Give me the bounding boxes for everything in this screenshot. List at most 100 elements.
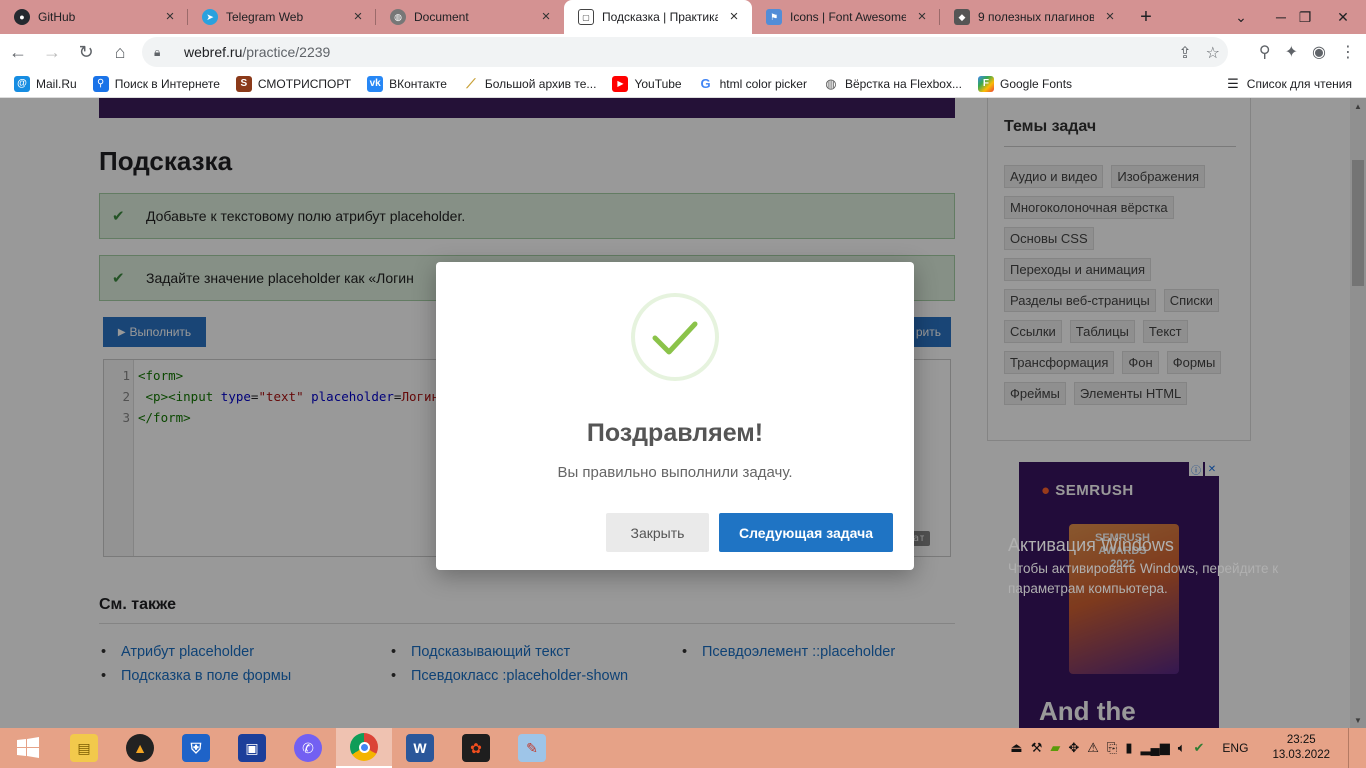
back-button[interactable]: ← [2, 36, 34, 68]
bookmark-smotrisport[interactable]: S СМОТРИСПОРТ [235, 75, 352, 92]
close-icon[interactable]: × [1102, 9, 1118, 25]
mailru-icon: @ [14, 75, 30, 92]
viber-icon: ✆ [294, 734, 322, 762]
shield-icon: ⛨ [182, 734, 210, 762]
google-icon: G [697, 75, 714, 92]
clock-date: 13.03.2022 [1272, 749, 1330, 761]
bookmark-label: СМОТРИСПОРТ [257, 76, 352, 91]
taskbar-defender[interactable]: ⛨ [168, 728, 224, 768]
bookmark-label: Mail.Ru [36, 76, 77, 91]
taskbar-chrome[interactable] [336, 728, 392, 768]
bookmark-star-icon[interactable]: ☆ [1206, 43, 1220, 63]
close-icon[interactable]: × [538, 9, 554, 25]
tab-fontawesome[interactable]: ⚑ Icons | Font Awesome × [752, 0, 940, 34]
close-icon[interactable]: × [914, 9, 930, 25]
bookmark-label: Google Fonts [999, 76, 1073, 91]
tools-icon[interactable]: ⚒ [1031, 740, 1043, 756]
tab-plugins[interactable]: ◆ 9 полезных плагинов × [940, 0, 1128, 34]
battery-icon[interactable]: ▮ [1125, 740, 1132, 756]
reload-button[interactable]: ↻ [70, 36, 102, 68]
share-icon[interactable]: ⇪ [1178, 43, 1191, 63]
clock-time: 23:25 [1286, 734, 1316, 746]
new-tab-button[interactable]: + [1128, 0, 1164, 34]
warning-icon[interactable]: ⚠ [1087, 740, 1099, 756]
bookmark-mailru[interactable]: @ Mail.Ru [14, 75, 77, 92]
taskbar-paint[interactable]: ✎ [504, 728, 560, 768]
menu-icon[interactable]: ⋮ [1340, 42, 1356, 62]
forward-button[interactable]: → [36, 36, 68, 68]
system-tray: ⏏ ⚒ ▰ ✥ ⚠ ⎘ ▮ ▂▄▆ 🔈︎ ✔ ENG 23:25 13.03.2… [1010, 728, 1366, 768]
tab-title: Icons | Font Awesome [790, 10, 906, 24]
close-icon[interactable]: × [350, 9, 366, 25]
zoom-search-icon[interactable]: ⚲ [1259, 42, 1271, 62]
bookmark-label: YouTube [634, 76, 682, 91]
activation-line: Чтобы активировать Windows, перейдите к [1008, 561, 1279, 576]
tab-title: 9 полезных плагинов [978, 10, 1094, 24]
puzzle-icon[interactable]: ✥ [1068, 740, 1079, 756]
bookmark-label: ВКонтакте [389, 76, 447, 91]
bookmark-colorpicker[interactable]: Ghtml color picker [697, 75, 807, 92]
drive-icon[interactable]: ⏏ [1010, 740, 1022, 756]
bookmark-archive[interactable]: ⟋ Большой архив те... [462, 75, 597, 92]
taskbar-app[interactable]: ▲ [112, 728, 168, 768]
windows-activation-text: Чтобы активировать Windows, перейдите к … [1008, 559, 1278, 599]
reading-list-button[interactable]: ☰ Список для чтения [1227, 76, 1352, 92]
clock[interactable]: 23:25 13.03.2022 [1272, 733, 1330, 763]
usb-icon[interactable]: ⎘ [1107, 740, 1117, 756]
chrome-icon [350, 733, 378, 761]
volume-icon[interactable]: 🔈︎ [1178, 740, 1186, 756]
taskbar-figma[interactable]: ✿ [448, 728, 504, 768]
close-button[interactable]: Закрыть [606, 513, 709, 552]
bookmark-label: Поиск в Интернете [114, 76, 220, 91]
signal-icon[interactable]: ▂▄▆ [1140, 740, 1169, 756]
url-text: webref.ru/practice/2239 [184, 44, 330, 60]
github-icon: ● [14, 9, 30, 25]
close-icon[interactable]: × [726, 9, 742, 25]
webref-icon: ▢ [578, 9, 594, 25]
tab-webref-active[interactable]: ▢ Подсказка | Практика × [564, 0, 752, 34]
extensions-icon[interactable]: ✦ [1285, 42, 1298, 62]
address-bar[interactable]: 🔒︎ webref.ru/practice/2239 ⇪ ☆ [142, 37, 1228, 67]
url-domain: webref.ru [184, 44, 243, 60]
windows-taskbar: ▤ ▲ ⛨ ▣ ✆ W ✿ ✎ ⏏ ⚒ ▰ ✥ ⚠ ⎘ ▮ ▂▄▆ 🔈︎ ✔ E… [0, 728, 1366, 768]
smotrisport-icon: S [235, 75, 252, 92]
tab-telegram[interactable]: ➤ Telegram Web × [188, 0, 376, 34]
bookmark-flexbox[interactable]: ◍ Вёрстка на Flexbox... [822, 75, 962, 92]
profile-avatar[interactable]: ◉ [1312, 42, 1326, 62]
figma-icon: ✿ [462, 734, 490, 762]
window-close-button[interactable]: ✕ [1320, 0, 1366, 34]
close-icon[interactable]: × [162, 9, 178, 25]
globe-icon: ◍ [822, 75, 839, 92]
vk-icon: vk [367, 75, 384, 92]
tab-title: Document [414, 10, 469, 24]
globe-icon: ◍ [390, 9, 406, 25]
home-button[interactable]: ⌂ [104, 36, 136, 68]
folder-icon: ▤ [70, 734, 98, 762]
start-button[interactable] [0, 728, 56, 768]
tab-document[interactable]: ◍ Document × [376, 0, 564, 34]
youtube-icon: ▶ [612, 75, 629, 92]
bookmark-label: Вёрстка на Flexbox... [844, 76, 962, 91]
bookmark-youtube[interactable]: ▶ YouTube [612, 75, 682, 92]
language-indicator[interactable]: ENG [1222, 741, 1248, 755]
bookmark-search[interactable]: ⚲ Поиск в Интернете [92, 75, 220, 92]
taskbar-explorer[interactable]: ▤ [56, 728, 112, 768]
floppy-icon: ▣ [238, 734, 266, 762]
windows-activation-title: Активация Windows [1008, 535, 1174, 555]
triangle-app-icon: ▲ [126, 734, 154, 762]
notifications-icon[interactable] [1348, 728, 1354, 768]
taskbar-save[interactable]: ▣ [224, 728, 280, 768]
bookmark-google-fonts[interactable]: F Google Fonts [977, 75, 1073, 92]
dialog-title: Поздравляем! [586, 419, 764, 447]
next-task-button[interactable]: Следующая задача [719, 513, 893, 552]
security-check-icon[interactable]: ✔ [1194, 740, 1205, 756]
bookmark-vk[interactable]: vk ВКонтакте [367, 75, 447, 92]
taskbar-word[interactable]: W [392, 728, 448, 768]
bookmark-label: Большой архив те... [484, 76, 597, 91]
nvidia-icon[interactable]: ▰ [1050, 740, 1060, 756]
lock-icon[interactable]: 🔒︎ [154, 45, 170, 60]
tab-github[interactable]: ● GitHub × [0, 0, 188, 34]
taskbar-viber[interactable]: ✆ [280, 728, 336, 768]
url-path: /practice/2239 [242, 44, 331, 60]
tab-title: GitHub [38, 10, 76, 24]
